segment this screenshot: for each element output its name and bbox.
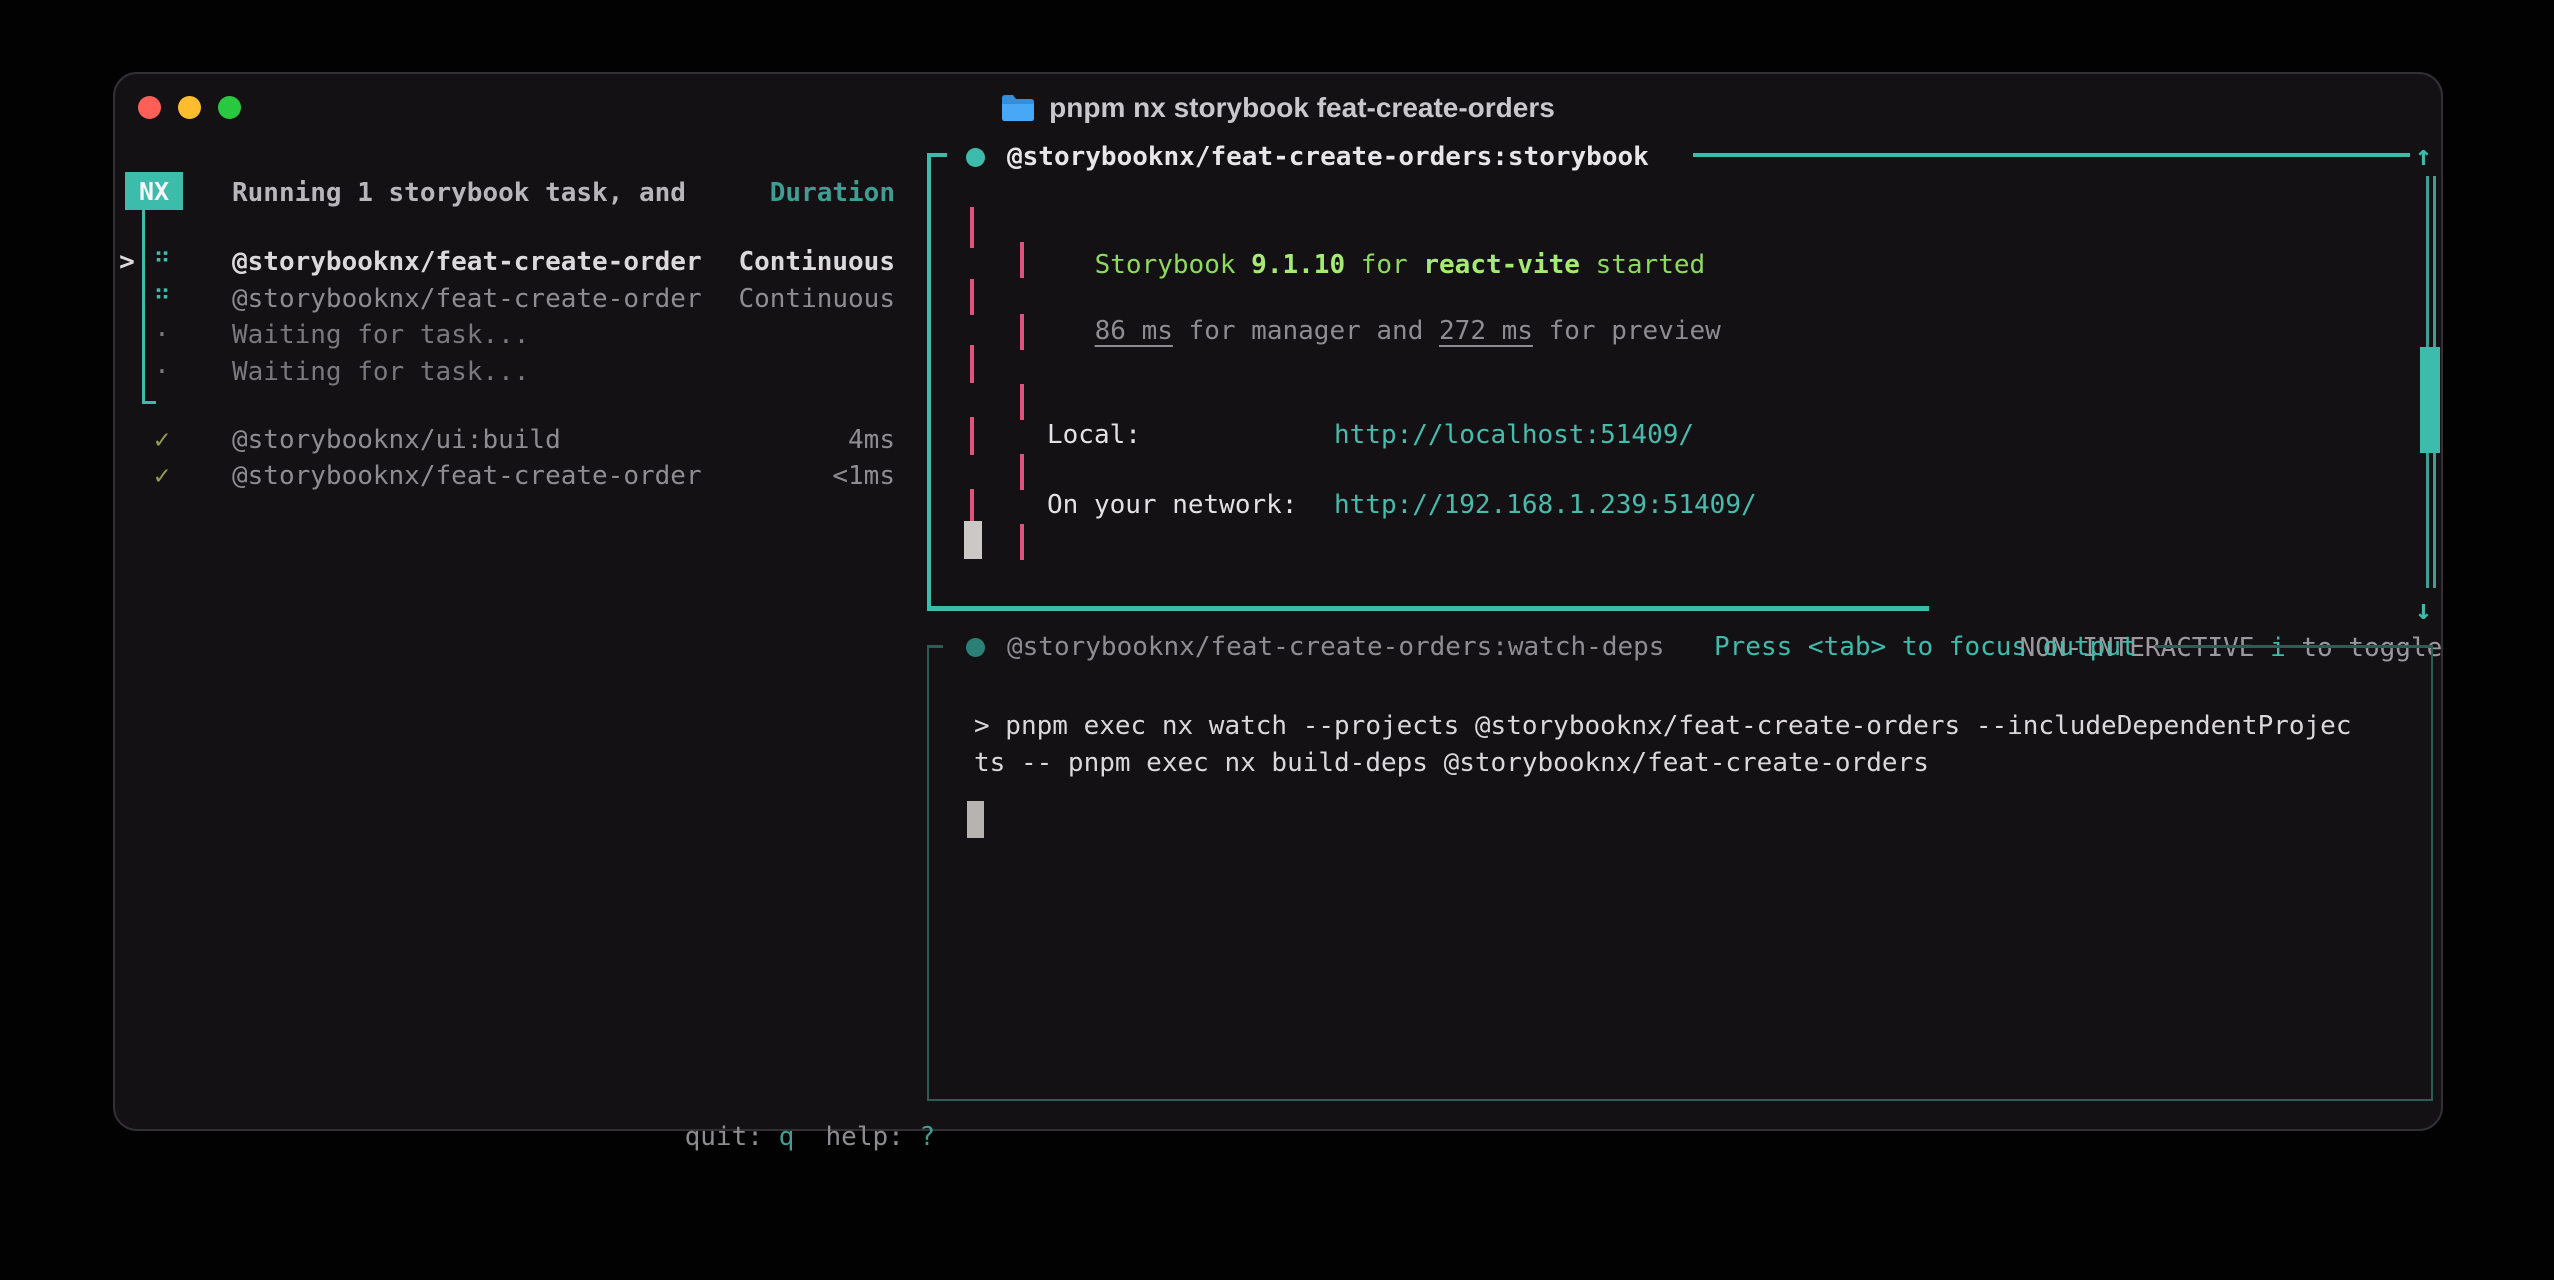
quit-label: quit: xyxy=(685,1122,763,1152)
duration-column-header: Duration xyxy=(770,174,895,212)
output-gutter-bar xyxy=(970,207,974,248)
folder-icon xyxy=(1001,94,1035,122)
titlebar: pnpm nx storybook feat-create-orders xyxy=(115,74,2441,142)
storybook-panel-title: @storybooknx/feat-create-orders:storyboo… xyxy=(1007,138,1649,176)
scroll-up-icon[interactable]: ↑ xyxy=(2415,137,2432,175)
output-gutter-bar xyxy=(1020,314,1024,350)
timing-text: for manager and xyxy=(1173,316,1439,346)
storybook-timing-line: 86 ms for manager and 272 ms for preview xyxy=(1032,274,1721,388)
timing-text: for preview xyxy=(1533,316,1721,346)
keyboard-hints: quit: q help: ? xyxy=(622,1080,935,1194)
quit-key: q xyxy=(779,1122,795,1152)
idle-bullet-icon xyxy=(966,638,985,657)
output-gutter-bar xyxy=(1020,454,1024,490)
task-status: Continuous xyxy=(738,280,895,318)
task-duration: 4ms xyxy=(848,421,895,459)
scroll-down-icon[interactable]: ↓ xyxy=(2415,591,2432,629)
completed-task-row[interactable]: @storybooknx/ui:build 4ms xyxy=(232,421,895,459)
check-icon: ✓ xyxy=(145,421,179,459)
spinner-icon: ⠛ xyxy=(145,243,179,281)
watch-panel-border-segment xyxy=(2155,645,2433,648)
output-gutter-bar xyxy=(970,345,974,383)
task-name: @storybooknx/ui:build xyxy=(232,421,561,459)
pending-dot-icon: · xyxy=(145,316,179,354)
output-gutter-bar xyxy=(970,279,974,315)
local-url-link[interactable]: http://localhost:51409/ xyxy=(1334,416,1694,454)
window-title: pnpm nx storybook feat-create-orders xyxy=(1049,92,1555,124)
task-duration: <1ms xyxy=(832,457,895,495)
task-name: @storybooknx/feat-create-order xyxy=(232,280,702,318)
watch-panel-border-segment xyxy=(927,645,943,648)
task-summary-label: Running 1 storybook task, and xyxy=(232,174,686,212)
task-row[interactable]: Waiting for task... xyxy=(232,353,895,391)
task-row[interactable]: @storybooknx/feat-create-order Continuou… xyxy=(232,243,895,281)
help-key: ? xyxy=(919,1122,935,1152)
manager-time: 86 ms xyxy=(1095,316,1173,346)
pending-dot-icon: · xyxy=(145,353,179,391)
task-name: Waiting for task... xyxy=(232,316,529,354)
storybook-panel-header-rule xyxy=(1693,153,2410,157)
task-name: @storybooknx/feat-create-order xyxy=(232,457,702,495)
spinner-icon: ⠛ xyxy=(145,280,179,318)
help-label: help: xyxy=(826,1122,904,1152)
completed-task-row[interactable]: @storybooknx/feat-create-order <1ms xyxy=(232,457,895,495)
output-gutter-bar xyxy=(1020,524,1024,560)
focus-output-hint: Press <tab> to focus output xyxy=(1714,628,2137,666)
terminal-window: pnpm nx storybook feat-create-orders NX … xyxy=(113,72,2443,1131)
selection-caret: > xyxy=(113,243,141,281)
task-status: Continuous xyxy=(738,243,895,281)
watch-panel-title: @storybooknx/feat-create-orders:watch-de… xyxy=(1007,628,1664,666)
scrollbar-thumb[interactable] xyxy=(2420,347,2440,453)
output-gutter-bar xyxy=(970,489,974,525)
output-gutter-bar xyxy=(1020,384,1024,420)
network-url-link[interactable]: http://192.168.1.239:51409/ xyxy=(1334,486,1757,524)
output-gutter-bar xyxy=(1020,242,1024,278)
task-row[interactable]: @storybooknx/feat-create-order Continuou… xyxy=(232,280,895,318)
storybook-panel-bottom-rule xyxy=(927,606,1929,611)
nx-logo-badge: NX xyxy=(125,172,183,210)
terminal-cursor xyxy=(967,801,984,838)
task-list-header: Running 1 storybook task, and Duration xyxy=(232,174,895,212)
task-name: @storybooknx/feat-create-order xyxy=(232,243,702,281)
check-icon: ✓ xyxy=(145,457,179,495)
output-gutter-bar xyxy=(970,417,974,455)
watch-command-line: ts -- pnpm exec nx build-deps @storybook… xyxy=(974,744,1929,782)
task-row[interactable]: Waiting for task... xyxy=(232,316,895,354)
task-name: Waiting for task... xyxy=(232,353,529,391)
running-bullet-icon xyxy=(966,148,985,167)
watch-command-line: > pnpm exec nx watch --projects @storybo… xyxy=(974,707,2352,745)
preview-time: 272 ms xyxy=(1439,316,1533,346)
local-label: Local: xyxy=(1047,416,1141,454)
storybook-panel-border xyxy=(927,153,947,611)
network-label: On your network: xyxy=(1047,486,1297,524)
terminal-cursor xyxy=(964,521,982,559)
